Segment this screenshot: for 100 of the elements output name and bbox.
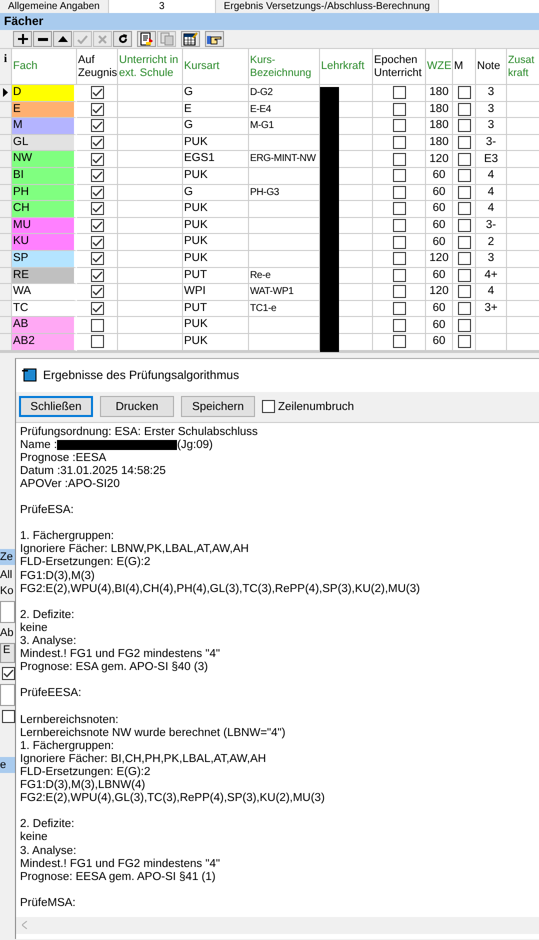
text-line: FG2:E(2),WPU(4),GL(3),TC(3),RePP(4),SP(3),KU(2),MU(3) [20,792,326,806]
toolbar-button[interactable] [137,31,156,47]
dialog-button[interactable]: Speichern [181,396,255,417]
checkbox[interactable] [458,169,470,182]
checkbox[interactable] [392,152,406,166]
checkbox[interactable] [90,335,104,348]
column-header[interactable]: WZE [426,49,453,85]
table-cell: EGS1 [183,151,249,168]
checkbox[interactable] [90,219,104,232]
dialog-button[interactable]: Schließen [19,396,93,417]
table-cell: 3 [476,102,507,118]
toolbar-button[interactable] [113,31,132,47]
checkbox[interactable] [458,252,470,266]
checkbox[interactable] [458,152,470,166]
table-cell: 60 [426,334,453,350]
document-icon [140,32,154,46]
checkbox[interactable] [392,102,406,116]
toolbar-button[interactable] [13,31,32,47]
table-cell: 2 [476,234,507,251]
checkbox[interactable] [458,202,470,216]
table-cell: 4 [476,284,507,301]
row-indicator[interactable] [0,85,12,102]
checkbox[interactable] [392,136,406,150]
table-cell: 120 [426,250,453,268]
checkbox[interactable] [458,219,470,232]
column-header[interactable]: Zusat kraft [507,49,539,85]
column-header[interactable]: Auf Zeugnis [77,49,118,85]
checkbox[interactable] [90,285,104,298]
table-cell: 60 [426,218,453,234]
checkbox[interactable] [458,86,470,100]
checkbox[interactable] [392,186,406,199]
checkbox[interactable] [392,318,406,332]
dropdown[interactable]: E [0,642,15,662]
checkbox[interactable] [90,152,104,166]
column-header[interactable]: Lehrkraft [320,49,373,85]
checkbox[interactable] [392,252,406,266]
checkbox[interactable] [458,335,470,348]
text-line: Prognose :EESA [20,452,108,465]
checkbox[interactable] [90,318,104,332]
table-cell: E [183,102,249,118]
column-header[interactable]: Kursart [183,49,249,85]
table-cell [249,218,320,234]
checkbox[interactable] [90,252,104,266]
column-header[interactable]: Kurs-Bezeichnung [249,49,320,85]
checkbox[interactable] [90,202,104,216]
column-header[interactable]: Epochen Unterricht [373,49,426,85]
checkbox[interactable] [458,285,470,298]
checkbox[interactable] [90,136,104,150]
toolbar-button[interactable] [33,31,52,47]
table-cell: WAT-WP1 [249,284,320,301]
checkbox[interactable] [458,119,470,132]
table-cell: Re-e [249,268,320,284]
input-field[interactable] [0,684,15,706]
text-line: 2. Defizite: [20,608,76,622]
checkbox[interactable] [458,236,470,249]
column-header[interactable]: Note [476,49,507,85]
tab[interactable]: Allgemeine Angaben [0,0,109,13]
checkbox[interactable] [392,285,406,298]
table-cell: TC1-e [249,300,320,318]
toolbar-button[interactable] [205,31,224,47]
checkbox[interactable] [90,302,104,316]
checkbox[interactable] [392,335,406,348]
tab[interactable]: Ergebnis Versetzungs-/Abschluss-Berechnung [216,0,439,13]
column-header[interactable]: Unterricht in ext. Schule [118,49,183,85]
table-cell: 4 [476,184,507,202]
checkbox[interactable] [90,119,104,132]
panel-header: Ze [0,548,15,564]
checkbox[interactable] [458,102,470,116]
scroll-left-icon [22,921,27,929]
table-cell: WA [12,284,77,301]
dialog-button[interactable]: Drucken [100,396,174,417]
checkbox[interactable] [392,86,406,100]
checkbox[interactable] [90,186,104,199]
checkbox[interactable] [2,710,15,722]
checkbox[interactable] [90,169,104,182]
checkbox[interactable] [392,219,406,232]
column-header[interactable]: M [453,49,476,85]
pointing-hand-icon [207,33,222,45]
checkbox[interactable] [458,136,470,150]
checkbox[interactable] [392,202,406,216]
checkbox[interactable] [90,102,104,116]
checkbox[interactable] [458,302,470,316]
checkbox[interactable] [458,318,470,332]
scrollbar[interactable] [16,916,539,934]
checkbox[interactable] [90,268,104,282]
checkbox[interactable] [2,666,15,680]
checkbox[interactable] [90,86,104,100]
checkbox[interactable] [262,400,275,413]
input-field[interactable] [0,600,15,622]
toolbar-button[interactable] [181,31,200,47]
checkbox[interactable] [392,302,406,316]
checkbox[interactable] [392,119,406,132]
checkbox[interactable] [392,169,406,182]
checkbox[interactable] [392,268,406,282]
toolbar-button[interactable] [53,31,72,47]
checkbox[interactable] [90,236,104,249]
label: Ab [0,626,14,638]
checkbox[interactable] [458,268,470,282]
checkbox[interactable] [392,236,406,249]
checkbox[interactable] [458,186,470,199]
